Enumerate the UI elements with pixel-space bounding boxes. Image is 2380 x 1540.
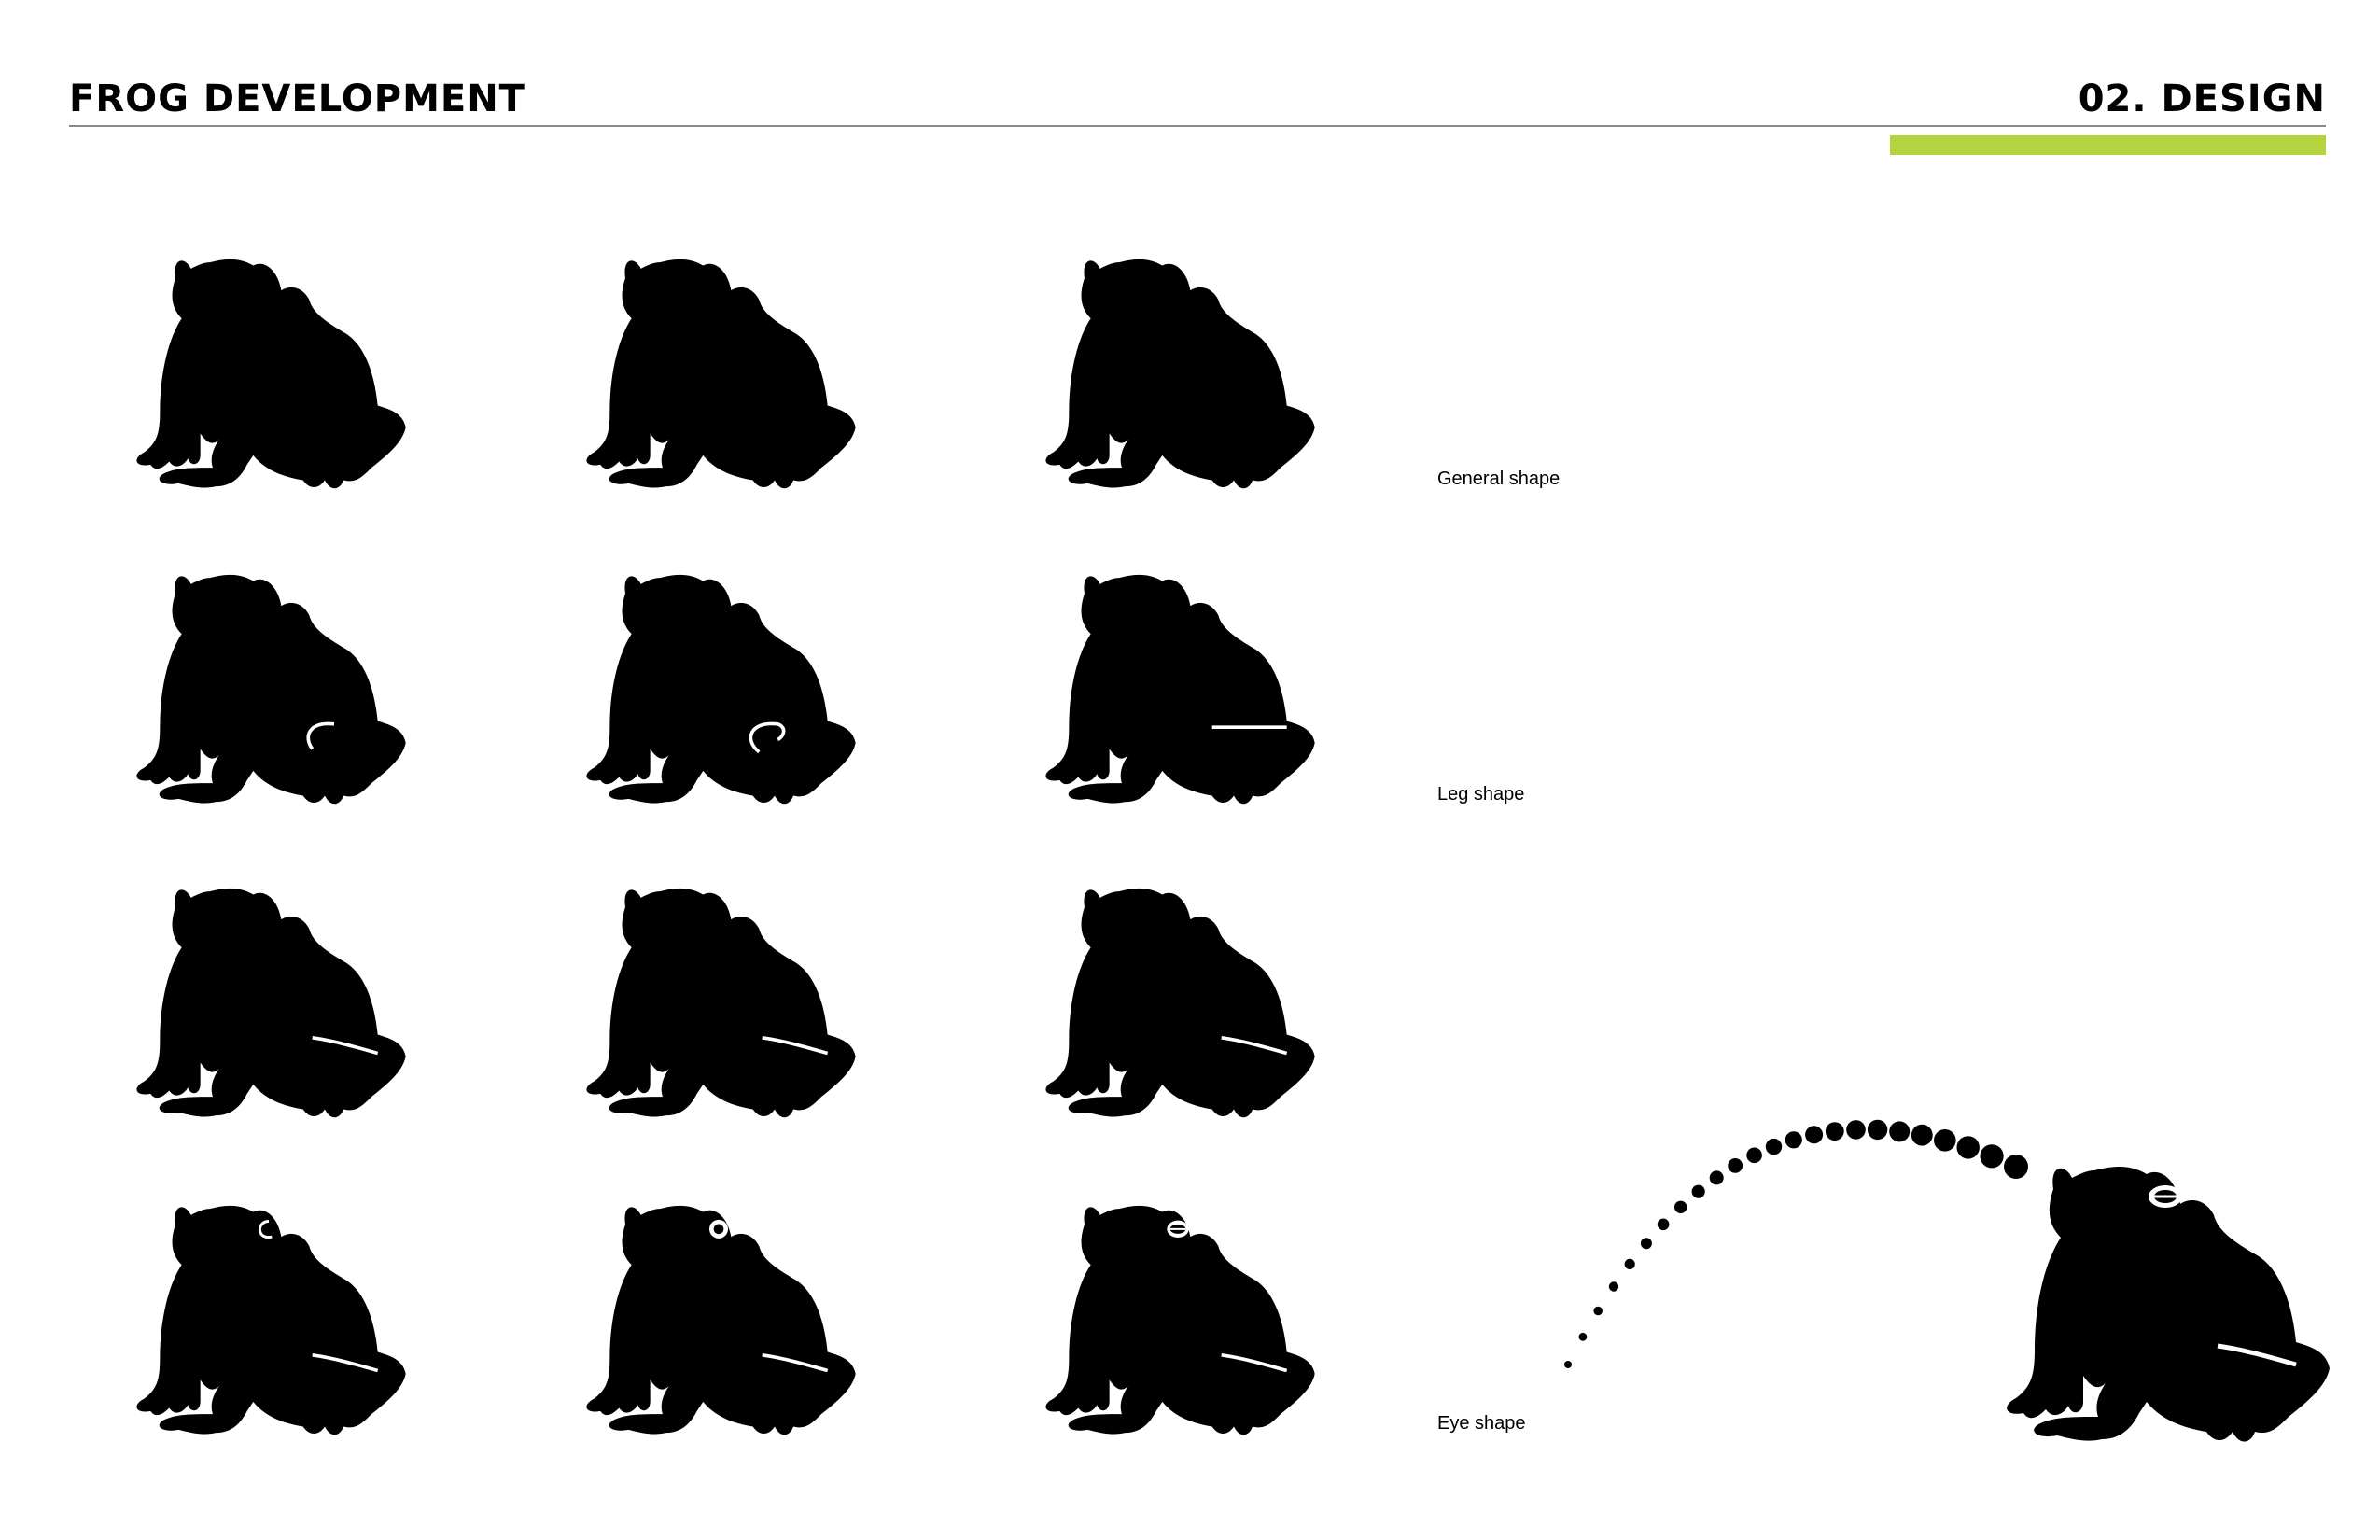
leap-dot xyxy=(1846,1120,1866,1140)
leap-dot xyxy=(1657,1218,1670,1231)
frog-silhouette-icon xyxy=(136,888,406,1118)
frog-silhouette-icon xyxy=(586,1205,856,1435)
leap-dot xyxy=(1867,1119,1888,1141)
leap-dot xyxy=(1640,1238,1652,1250)
leap-dot xyxy=(1564,1361,1572,1368)
section-title: 02. DESIGN xyxy=(2078,77,2326,120)
leap-dot xyxy=(1608,1281,1619,1292)
leap-dot xyxy=(1593,1306,1603,1316)
leap-dot xyxy=(1934,1129,1956,1152)
leap-dot xyxy=(1825,1122,1844,1141)
frog-silhouette-icon xyxy=(1045,888,1315,1118)
frog-silhouette-icon xyxy=(586,574,856,805)
leap-dot xyxy=(1889,1121,1911,1142)
frog-silhouette-icon xyxy=(136,1205,406,1435)
header-divider xyxy=(69,125,2326,127)
frog-silhouette-icon xyxy=(1045,1205,1315,1435)
leap-dot xyxy=(1911,1124,1933,1146)
dotted-jump-arc xyxy=(1564,1119,2028,1368)
leap-dot xyxy=(1728,1158,1743,1173)
leap-dot xyxy=(1624,1258,1635,1269)
leap-dot xyxy=(1709,1170,1724,1185)
frog-silhouette-icon xyxy=(136,574,406,805)
frog-silhouette-icon xyxy=(136,259,406,489)
caption-general-shape: General shape xyxy=(1437,469,1561,489)
leap-dot xyxy=(1674,1200,1687,1213)
frog-silhouette-icon xyxy=(1045,574,1315,805)
eye-icon xyxy=(709,1219,728,1239)
leap-dot xyxy=(1765,1138,1783,1155)
accent-bar xyxy=(1890,135,2326,155)
frog-silhouette-icon xyxy=(586,259,856,489)
leap-dot xyxy=(1805,1126,1824,1144)
final-frog-icon xyxy=(2007,1167,2330,1442)
leap-dot xyxy=(1691,1184,1705,1198)
frog-silhouette-icon xyxy=(1045,259,1315,489)
leap-dot xyxy=(1746,1147,1762,1164)
eye-icon xyxy=(1167,1220,1189,1238)
leap-dot xyxy=(1956,1136,1980,1159)
caption-eye-shape: Eye shape xyxy=(1437,1413,1526,1434)
frog-silhouette-icon xyxy=(586,888,856,1118)
leap-dot xyxy=(1785,1131,1802,1149)
caption-leg-shape: Leg shape xyxy=(1437,784,1525,805)
page-title: FROG DEVELOPMENT xyxy=(69,77,525,120)
leap-dot xyxy=(1578,1332,1588,1341)
